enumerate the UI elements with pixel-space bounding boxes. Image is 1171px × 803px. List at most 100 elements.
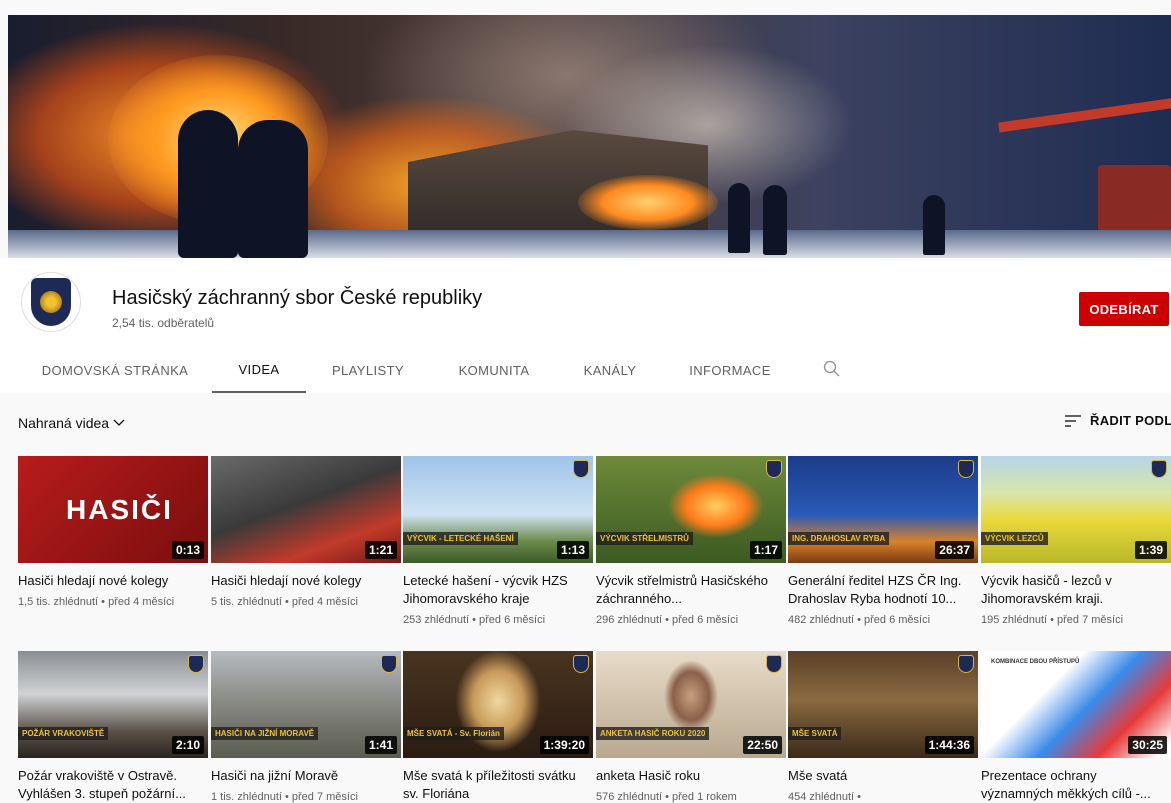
video-title[interactable]: Mše svatá k příležitosti svátku sv. Flor… <box>403 767 593 803</box>
banner-firefighter <box>238 120 308 258</box>
video-card[interactable]: ANKETA HASIČ ROKU 2020 22:50 anketa Hasi… <box>596 651 786 803</box>
video-card[interactable]: HASIČI NA JIŽNÍ MORAVĚ 1:41 Hasiči na ji… <box>211 651 401 803</box>
thumbnail-caption: ANKETA HASIČ ROKU 2020 <box>596 727 710 740</box>
video-title[interactable]: Hasiči hledají nové kolegy <box>18 572 208 590</box>
channel-title: Hasičský záchranný sbor České republiky <box>112 287 483 309</box>
video-card[interactable]: VÝCVIK STŘELMISTRŮ 1:17 Výcvik střelmist… <box>596 456 786 626</box>
video-thumbnail[interactable]: MŠE SVATÁ 1:44:36 <box>788 651 978 758</box>
thumbnail-caption: VÝCVIK - LETECKÉ HAŠENÍ <box>403 532 518 545</box>
video-title[interactable]: Výcvik střelmistrů Hasičského záchrannéh… <box>596 572 786 608</box>
shield-icon <box>31 278 71 326</box>
video-card[interactable]: HASIČI 0:13 Hasiči hledají nové kolegy 1… <box>18 456 208 608</box>
video-thumbnail[interactable]: VÝCVIK STŘELMISTRŮ 1:17 <box>596 456 786 563</box>
video-title[interactable]: Prezentace ochrany významných měkkých cí… <box>981 767 1171 803</box>
chevron-down-icon <box>113 419 125 426</box>
video-title[interactable]: Mše svatá <box>788 767 978 785</box>
hzs-badge-icon <box>381 655 397 673</box>
channel-banner <box>8 15 1171 258</box>
video-title[interactable]: Letecké hašení - výcvik HZS Jihomoravské… <box>403 572 593 608</box>
subscriber-count: 2,54 tis. odběratelů <box>112 316 215 330</box>
thumbnail-caption: POŽÁR VRAKOVIŠTĚ <box>18 727 109 740</box>
channel-avatar[interactable] <box>21 272 81 332</box>
video-meta: 482 zhlédnutí • před 6 měsíci <box>788 614 931 626</box>
hzs-badge-icon <box>766 655 782 673</box>
video-duration: 1:39 <box>1134 541 1167 559</box>
video-card[interactable]: MŠE SVATÁ - Sv. Florián 1:39:20 Mše svat… <box>403 651 593 803</box>
hzs-badge-icon <box>573 655 589 673</box>
thumbnail-text: KOMBINACE DBOU PŘÍSTUPŮ <box>991 659 1080 665</box>
tab-community[interactable]: KOMUNITA <box>446 347 542 393</box>
video-meta: 296 zhlédnutí • před 6 měsíci <box>596 614 739 626</box>
video-title[interactable]: Požár vrakoviště v Ostravě. Vyhlášen 3. … <box>18 767 208 803</box>
video-thumbnail[interactable]: HASIČI 0:13 <box>18 456 208 563</box>
banner-firefighter <box>178 110 238 258</box>
video-card[interactable]: ING. DRAHOSLAV RYBA 26:37 Generální ředi… <box>788 456 978 626</box>
thumbnail-caption: MŠE SVATÁ <box>788 727 842 740</box>
banner-firefighter <box>923 195 945 255</box>
video-title[interactable]: Výcvik hasičů - lezců v Jihomoravském kr… <box>981 572 1171 608</box>
video-meta: 1 tis. zhlédnutí • před 7 měsíci <box>211 791 358 803</box>
video-duration: 1:39:20 <box>539 736 589 754</box>
video-duration: 22:50 <box>743 736 782 754</box>
video-card[interactable]: 1:21 Hasiči hledají nové kolegy 5 tis. z… <box>211 456 401 608</box>
thumbnail-caption: VÝCVIK LEZCŮ <box>981 532 1048 545</box>
uploads-filter[interactable]: Nahraná videa <box>18 415 125 431</box>
channel-tabs: DOMOVSKÁ STRÁNKA VIDEA PLAYLISTY KOMUNIT… <box>0 347 1171 393</box>
search-icon[interactable] <box>822 359 842 379</box>
tab-playlists[interactable]: PLAYLISTY <box>320 347 416 393</box>
tab-home[interactable]: DOMOVSKÁ STRÁNKA <box>30 347 200 393</box>
video-card[interactable]: VÝCVIK - LETECKÉ HAŠENÍ 1:13 Letecké haš… <box>403 456 593 626</box>
video-card[interactable]: MŠE SVATÁ 1:44:36 Mše svatá 454 zhlédnut… <box>788 651 978 803</box>
thumbnail-text: HASIČI <box>66 494 173 525</box>
video-duration: 1:17 <box>749 541 782 559</box>
hzs-badge-icon <box>188 655 204 673</box>
video-thumbnail[interactable]: VÝCVIK LEZCŮ 1:39 <box>981 456 1171 563</box>
hzs-badge-icon <box>573 460 589 478</box>
video-thumbnail[interactable]: MŠE SVATÁ - Sv. Florián 1:39:20 <box>403 651 593 758</box>
tab-channels[interactable]: KANÁLY <box>570 347 650 393</box>
video-duration: 1:41 <box>364 736 397 754</box>
video-duration: 0:13 <box>171 541 204 559</box>
tab-videos[interactable]: VIDEA <box>212 347 306 393</box>
video-duration: 1:13 <box>556 541 589 559</box>
video-thumbnail[interactable]: ANKETA HASIČ ROKU 2020 22:50 <box>596 651 786 758</box>
hzs-badge-icon <box>766 460 782 478</box>
video-thumbnail[interactable]: 1:21 <box>211 456 401 563</box>
video-duration: 1:44:36 <box>924 736 974 754</box>
thumbnail-caption: HASIČI NA JIŽNÍ MORAVĚ <box>211 727 319 740</box>
video-thumbnail[interactable]: POŽÁR VRAKOVIŠTĚ 2:10 <box>18 651 208 758</box>
video-duration: 1:21 <box>364 541 397 559</box>
video-title[interactable]: Hasiči hledají nové kolegy <box>211 572 401 590</box>
hzs-badge-icon <box>958 655 974 673</box>
banner-ladder <box>998 97 1171 133</box>
sort-button[interactable]: ŘADIT PODLE <box>1064 413 1171 428</box>
channel-page: Hasičský záchranný sbor České republiky … <box>0 0 1171 803</box>
video-title[interactable]: Hasiči na jižní Moravě <box>211 767 401 785</box>
video-meta: 1,5 tis. zhlédnutí • před 4 měsíci <box>18 596 175 608</box>
video-meta: 576 zhlédnutí • před 1 rokem <box>596 791 737 803</box>
sort-label: ŘADIT PODLE <box>1090 413 1171 428</box>
video-duration: 2:10 <box>171 736 204 754</box>
video-title[interactable]: Generální ředitel HZS ČR Ing. Drahoslav … <box>788 572 978 608</box>
tab-about[interactable]: INFORMACE <box>680 347 780 393</box>
thumbnail-caption: MŠE SVATÁ - Sv. Florián <box>403 727 504 740</box>
video-title[interactable]: anketa Hasič roku <box>596 767 786 785</box>
video-meta: 195 zhlédnutí • před 7 měsíci <box>981 614 1124 626</box>
video-meta: 253 zhlédnutí • před 6 měsíci <box>403 614 546 626</box>
video-thumbnail[interactable]: ING. DRAHOSLAV RYBA 26:37 <box>788 456 978 563</box>
video-thumbnail[interactable]: HASIČI NA JIŽNÍ MORAVĚ 1:41 <box>211 651 401 758</box>
banner-firefighter <box>763 185 787 255</box>
video-thumbnail[interactable]: KOMBINACE DBOU PŘÍSTUPŮ 30:25 <box>981 651 1171 758</box>
video-card[interactable]: KOMBINACE DBOU PŘÍSTUPŮ 30:25 Prezentace… <box>981 651 1171 803</box>
video-card[interactable]: POŽÁR VRAKOVIŠTĚ 2:10 Požár vrakoviště v… <box>18 651 208 803</box>
video-duration: 26:37 <box>935 541 974 559</box>
subscribe-button[interactable]: ODEBÍRAT <box>1079 292 1169 326</box>
hzs-badge-icon <box>958 460 974 478</box>
sort-icon <box>1065 414 1081 427</box>
thumbnail-caption: ING. DRAHOSLAV RYBA <box>788 532 890 545</box>
video-duration: 30:25 <box>1128 736 1167 754</box>
uploads-filter-label: Nahraná videa <box>18 415 110 431</box>
video-thumbnail[interactable]: VÝCVIK - LETECKÉ HAŠENÍ 1:13 <box>403 456 593 563</box>
video-meta: 5 tis. zhlédnutí • před 4 měsíci <box>211 596 358 608</box>
video-card[interactable]: VÝCVIK LEZCŮ 1:39 Výcvik hasičů - lezců … <box>981 456 1171 626</box>
